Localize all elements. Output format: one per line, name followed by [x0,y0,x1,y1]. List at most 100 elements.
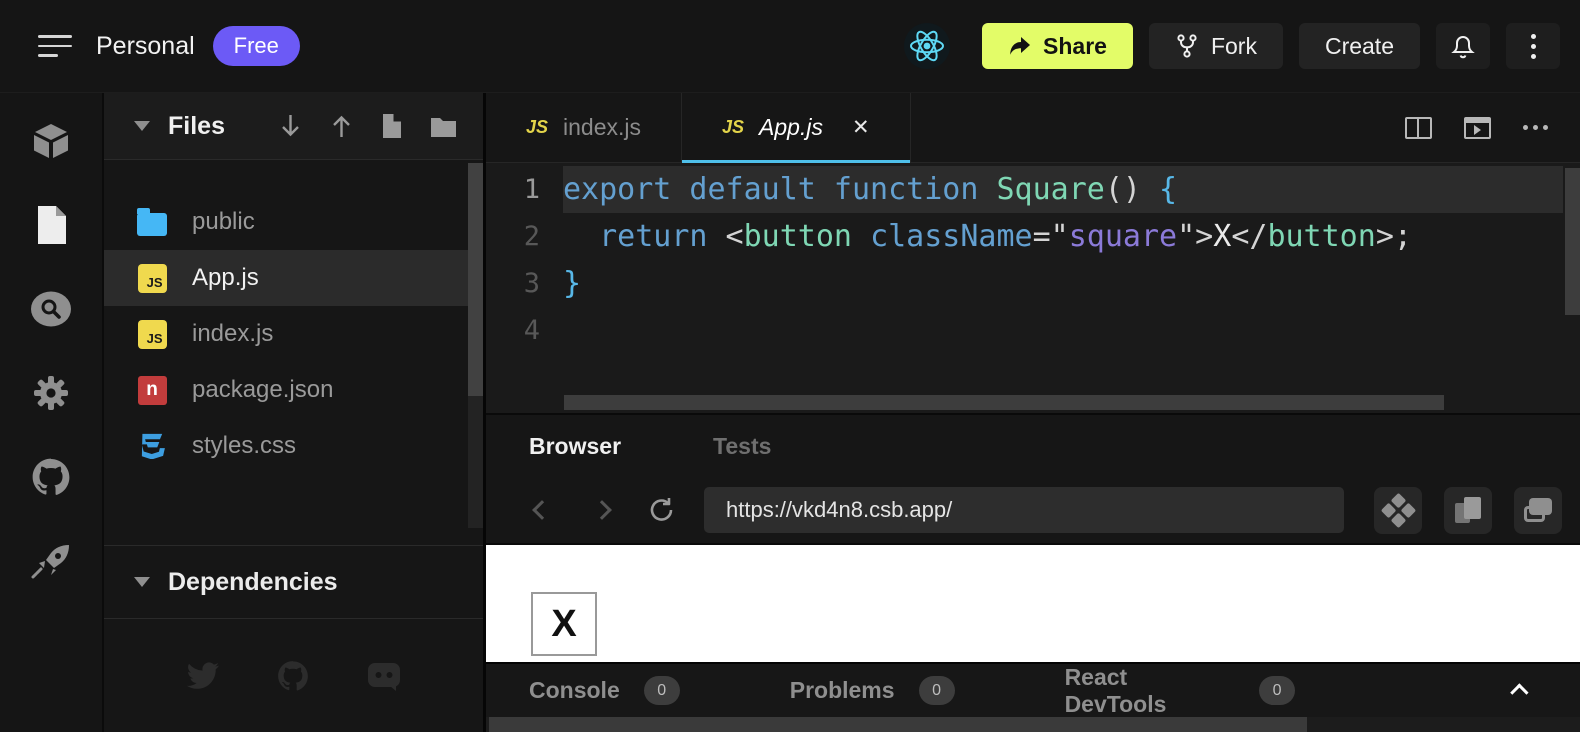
code-line-3[interactable]: 3} [486,260,1580,307]
dependencies-header[interactable]: Dependencies [104,545,483,619]
files-scrollbar[interactable] [468,163,483,528]
chevron-down-icon [134,577,150,587]
workspace-name[interactable]: Personal [96,32,195,61]
editor-toolbar [1405,93,1580,162]
console-tab-label: Problems [790,677,895,704]
console-tab-react-devtools[interactable]: React DevTools0 [1065,664,1295,718]
browser-tab-browser[interactable]: Browser [529,433,621,460]
line-number: 1 [486,174,563,205]
code-editor[interactable]: 1export default function Square() {2 ret… [486,163,1580,413]
code-text: export default function Square() { [563,166,1563,213]
upload-icon[interactable] [330,113,353,139]
preview-pane: X [486,543,1580,662]
menu-icon[interactable] [38,33,74,59]
line-number: 3 [486,268,563,299]
open-new-window-button[interactable] [1514,487,1562,534]
activity-item-github[interactable] [0,435,102,519]
editor-vertical-scrollbar[interactable] [1565,168,1580,315]
browser-panel: Browser Tests https://vkd4n8.csb.app/ [486,413,1580,732]
file-row-public[interactable]: public [104,194,483,250]
activity-item-explorer[interactable] [0,183,102,267]
devtools-button[interactable] [1444,487,1492,534]
forward-button[interactable] [576,487,628,533]
browser-nav-row: https://vkd4n8.csb.app/ [486,477,1580,543]
css-file-icon [137,433,167,459]
bell-icon [1450,32,1476,60]
codesandbox-app: Personal Free Share Fork [0,0,1580,732]
refresh-icon [648,496,676,524]
javascript-file-icon: JS [138,320,167,349]
editor-tab-app-js[interactable]: JSApp.js✕ [682,93,911,162]
count-badge: 0 [644,676,680,705]
twitter-icon[interactable] [186,661,220,691]
folder-icon [137,213,167,236]
preview-icon[interactable] [1464,117,1491,139]
create-label: Create [1325,33,1394,60]
file-row-styles-css[interactable]: styles.css [104,418,483,474]
search-icon [30,290,72,328]
count-badge: 0 [919,676,955,705]
notifications-button[interactable] [1436,23,1490,69]
activity-item-deploy[interactable] [0,519,102,603]
new-file-icon[interactable] [381,113,402,139]
activity-item-search[interactable] [0,267,102,351]
responsive-mode-button[interactable] [1374,487,1422,534]
square-button[interactable]: X [531,592,597,656]
file-row-package-json[interactable]: npackage.json [104,362,483,418]
editor: JSindex.jsJSApp.js✕ 1export default func… [486,93,1580,413]
download-icon[interactable] [279,113,302,139]
browser-tab-tests[interactable]: Tests [713,433,771,460]
refresh-button[interactable] [636,487,688,533]
bottom-scrollbar-thumb[interactable] [489,717,1307,732]
file-row-index-js[interactable]: JSindex.js [104,306,483,362]
new-folder-icon[interactable] [430,115,457,138]
chevron-down-icon [134,121,150,131]
split-view-icon[interactable] [1405,117,1432,139]
code-line-4[interactable]: 4 [486,307,1580,354]
discord-icon[interactable] [366,661,402,691]
react-logo-icon [904,23,950,69]
dependencies-title: Dependencies [168,568,338,597]
file-name: styles.css [192,432,296,460]
url-bar[interactable]: https://vkd4n8.csb.app/ [704,487,1344,533]
cube-icon [30,121,72,161]
activity-item-settings[interactable] [0,351,102,435]
dependencies-section: Dependencies [104,545,483,732]
fork-label: Fork [1211,33,1257,60]
activity-item-sandbox[interactable] [0,99,102,183]
social-links [104,619,483,732]
code-line-1[interactable]: 1export default function Square() { [486,166,1580,213]
topbar: Personal Free Share Fork [0,0,1580,93]
files-panel-header[interactable]: Files [104,93,483,160]
console-tab-console[interactable]: Console0 [529,676,680,705]
code-line-2[interactable]: 2 return <button className="square">X</b… [486,213,1580,260]
back-button[interactable] [516,487,568,533]
github-icon[interactable] [276,659,310,693]
more-menu-button[interactable] [1506,23,1560,69]
bottom-scrollbar[interactable] [486,717,1580,732]
close-tab-icon[interactable]: ✕ [852,115,870,140]
tab-label: App.js [759,114,823,141]
main-column: JSindex.jsJSApp.js✕ 1export default func… [486,93,1580,732]
code-text [563,307,1563,354]
chevron-up-icon[interactable] [1510,683,1528,701]
editor-tab-index-js[interactable]: JSindex.js [486,93,682,162]
files-panel-title: Files [168,112,225,141]
file-explorer-icon [33,204,69,246]
open-new-window-icon [1524,498,1552,522]
more-options-icon[interactable] [1523,125,1548,130]
fork-button[interactable]: Fork [1149,23,1283,69]
create-button[interactable]: Create [1299,23,1420,69]
console-tab-problems[interactable]: Problems 0 [790,676,955,705]
file-row-app-js[interactable]: JS App.js [104,250,483,306]
file-name: App.js [192,264,259,292]
tabbar-spacer [911,93,1405,162]
files-scrollbar-thumb[interactable] [468,163,483,396]
editor-horizontal-scrollbar[interactable] [564,395,1444,410]
share-button[interactable]: Share [982,23,1133,69]
activity-bar [0,93,104,732]
count-badge: 0 [1259,676,1295,705]
rocket-icon [29,541,73,581]
npm-package-icon: n [138,376,167,405]
javascript-file-icon: JS [138,264,167,293]
